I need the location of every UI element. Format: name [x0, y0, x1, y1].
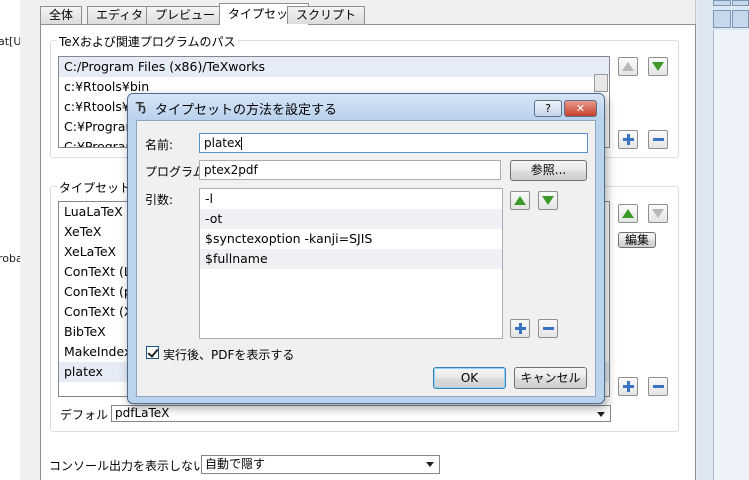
background-text-fragment: roba	[0, 252, 20, 265]
ok-button[interactable]: OK	[433, 367, 506, 389]
console-label: コンソール出力を表示しない	[49, 459, 206, 473]
edit-tool-button[interactable]: 編集	[618, 232, 656, 248]
arrow-down-icon	[542, 196, 554, 205]
window-thumbnail	[713, 10, 731, 28]
arg-remove-button[interactable]	[538, 319, 558, 338]
list-item[interactable]: $synctexoption -kanji=SJIS	[200, 229, 502, 249]
window-thumbnail	[732, 10, 749, 28]
name-field-value: platex	[204, 136, 242, 150]
plus-icon	[622, 134, 634, 145]
minus-icon	[652, 385, 664, 388]
arrow-down-icon	[652, 209, 664, 218]
tab-editor[interactable]: エディタ	[87, 6, 153, 24]
program-field[interactable]: ptex2pdf	[199, 160, 501, 180]
minus-icon	[652, 138, 664, 141]
show-pdf-label: 実行後、PDFを表示する	[163, 348, 295, 362]
name-label: 名前:	[145, 138, 174, 152]
window-thumbnail	[713, 0, 731, 6]
path-move-up-button[interactable]	[618, 57, 638, 76]
plus-icon	[514, 323, 526, 334]
chevron-down-icon	[597, 412, 605, 417]
paths-scrollbar-thumb[interactable]	[594, 74, 608, 92]
side-panel	[713, 30, 749, 480]
show-pdf-checkbox[interactable]	[146, 346, 159, 359]
dialog-title: タイプセットの方法を設定する	[155, 103, 338, 118]
arguments-list[interactable]: -l -ot $synctexoption -kanji=SJIS $fulln…	[199, 188, 503, 339]
help-icon: ?	[545, 102, 551, 115]
tab-scripts[interactable]: スクリプト	[287, 6, 366, 24]
console-select[interactable]: 自動で隠す	[201, 455, 440, 474]
arg-add-button[interactable]	[510, 319, 530, 338]
default-tool-select[interactable]: pdfLaTeX	[111, 405, 611, 422]
name-field[interactable]: platex	[199, 133, 588, 153]
typeset-tool-dialog: Ꚋ タイプセットの方法を設定する ? ✕ 名前: platex プログラム: p…	[127, 93, 605, 404]
cancel-button[interactable]: キャンセル	[514, 367, 587, 389]
dialog-content: 名前: platex プログラム: ptex2pdf 参照... 引数: -l …	[136, 120, 596, 397]
arrow-up-icon	[514, 196, 526, 205]
background-window-left: at[U] roba	[0, 0, 20, 480]
tool-remove-button[interactable]	[648, 377, 668, 396]
browse-button[interactable]: 参照...	[510, 160, 587, 181]
text-cursor	[241, 137, 243, 150]
tab-general[interactable]: 全体	[40, 6, 83, 24]
help-button[interactable]: ?	[534, 100, 562, 117]
program-field-value: ptex2pdf	[204, 163, 258, 177]
chevron-down-icon	[426, 462, 434, 467]
arrow-up-icon	[622, 209, 634, 218]
background-text-fragment: at[U]	[0, 35, 20, 48]
close-icon: ✕	[575, 102, 586, 115]
list-item[interactable]: -ot	[200, 209, 502, 229]
arrow-down-icon	[652, 62, 664, 71]
path-remove-button[interactable]	[648, 130, 668, 149]
close-button[interactable]: ✕	[564, 100, 597, 117]
path-add-button[interactable]	[618, 130, 638, 149]
arguments-label: 引数:	[145, 193, 174, 207]
plus-icon	[622, 381, 634, 392]
minus-icon	[542, 327, 554, 330]
tool-add-button[interactable]	[618, 377, 638, 396]
arg-move-up-button[interactable]	[510, 191, 530, 210]
window-thumbnail	[732, 0, 749, 6]
paths-group-title: TeXおよび関連プログラムのパス	[57, 33, 238, 50]
console-value: 自動で隠す	[205, 457, 266, 471]
texworks-app-icon: Ꚋ	[136, 100, 146, 114]
default-tool-value: pdfLaTeX	[115, 406, 170, 420]
dialog-titlebar[interactable]: Ꚋ タイプセットの方法を設定する ? ✕	[128, 94, 604, 120]
background-window-right	[697, 0, 749, 480]
arrow-up-icon	[622, 62, 634, 71]
list-item[interactable]: -l	[200, 189, 502, 209]
arg-move-down-button[interactable]	[538, 191, 558, 210]
tool-move-down-button[interactable]	[648, 204, 668, 223]
list-item[interactable]: $fullname	[200, 249, 502, 269]
tool-move-up-button[interactable]	[618, 204, 638, 223]
tab-preview[interactable]: プレビュー	[146, 6, 225, 24]
list-item[interactable]: C:/Program Files (x86)/TeXworks	[59, 57, 609, 77]
path-move-down-button[interactable]	[648, 57, 668, 76]
